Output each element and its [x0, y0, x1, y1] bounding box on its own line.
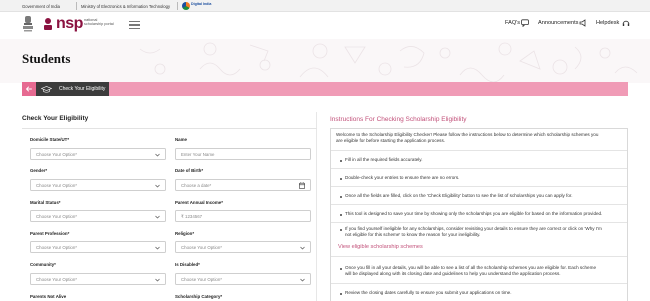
divider [331, 168, 627, 169]
digital-india-label: Digital India [191, 2, 212, 6]
is-disabled-placeholder: Choose Your Option* [181, 277, 223, 283]
instructions-title: Instructions For Checking Scholarship El… [330, 116, 467, 123]
divider [331, 283, 627, 284]
bullet-icon [340, 178, 342, 180]
hero-doodle-pattern [139, 42, 638, 83]
calendar-icon[interactable] [299, 182, 305, 189]
divider [331, 256, 627, 257]
view-text-line2: will be displayed along with its closing… [345, 271, 561, 276]
announcement-icon[interactable] [579, 19, 587, 27]
marital-status-label: Marital Status* [30, 200, 61, 205]
dob-date-picker[interactable]: Choose a date* [175, 179, 311, 191]
hero-banner: Students [0, 39, 650, 83]
bullet-icon [340, 214, 342, 216]
breadcrumb-label: Check Your Eligibility [59, 86, 106, 93]
gov-top-bar: Government of India Ministry of Electron… [0, 0, 650, 12]
religion-label: Religion* [175, 231, 195, 236]
ministry-label: Ministry of Electronics & Information Te… [81, 3, 171, 9]
is-disabled-select[interactable]: Choose Your Option* [175, 273, 311, 285]
instruction-item: Double-check your entries to ensure ther… [345, 175, 460, 180]
helpdesk-link[interactable]: Helpdesk [596, 20, 619, 26]
instruction-item: Fill in all the required fields accurate… [345, 157, 423, 162]
name-label: Name [175, 137, 187, 142]
parent-profession-placeholder: Choose Your Option* [36, 245, 78, 251]
divider [331, 186, 627, 187]
dob-label: Date of Birth* [175, 168, 204, 173]
government-label: Government of India [22, 3, 60, 9]
domicile-state-select[interactable]: Choose Your Option* [30, 148, 166, 160]
chevron-down-icon [155, 278, 160, 281]
faqs-link[interactable]: FAQ's [505, 20, 520, 26]
gender-label: Gender* [30, 168, 48, 173]
nsp-logo-icon[interactable] [42, 17, 54, 31]
marital-status-select[interactable]: Choose Your Option* [30, 210, 166, 222]
gender-placeholder: Choose Your Option* [36, 183, 78, 189]
parent-income-label: Parent Annual Income* [175, 200, 223, 205]
chevron-down-icon [155, 215, 160, 218]
divider [177, 2, 178, 10]
digital-india-icon [182, 2, 190, 10]
intro-text-line2: are eligible for before starting the app… [336, 138, 446, 143]
nsp-logo-text[interactable]: nsp [56, 15, 83, 33]
chevron-down-icon [300, 246, 305, 249]
scholarship-category-label: Scholarship Category* [175, 294, 223, 299]
faq-icon[interactable] [521, 19, 529, 27]
graduation-cap-icon [41, 85, 52, 93]
is-disabled-label: Is Disabled* [175, 262, 200, 267]
view-eligible-schemes-heading: View eligible scholarship schemes [338, 244, 423, 250]
parent-income-placeholder: ₹ 1234567 [181, 214, 203, 220]
form-title: Check Your Eligibility [22, 115, 89, 122]
divider [22, 128, 317, 129]
bullet-icon [340, 268, 342, 270]
religion-placeholder: Choose Your Option* [181, 245, 223, 251]
hamburger-icon[interactable] [129, 21, 140, 29]
chevron-down-icon [300, 278, 305, 281]
nsp-logo-subtitle: national scholarship portal [84, 18, 114, 26]
community-label: Community* [30, 262, 56, 267]
parent-profession-label: Parent Profession* [30, 231, 70, 236]
name-placeholder: Enter Your Name [181, 152, 215, 158]
divider [331, 204, 627, 205]
chevron-down-icon [155, 246, 160, 249]
bullet-icon [340, 229, 342, 231]
digital-india-logo[interactable]: Digital India [182, 1, 212, 11]
helpdesk-icon[interactable] [622, 19, 630, 27]
breadcrumb: Check Your Eligibility [36, 82, 109, 96]
religion-select[interactable]: Choose Your Option* [175, 241, 311, 253]
emblem-icon [23, 16, 33, 32]
chevron-down-icon [155, 153, 160, 156]
bullet-icon [340, 196, 342, 198]
instruction-item: This tool is designed to save your time … [345, 211, 603, 216]
gender-select[interactable]: Choose Your Option* [30, 179, 166, 191]
parent-profession-select[interactable]: Choose Your Option* [30, 241, 166, 253]
page-title: Students [22, 51, 71, 66]
ineligible-text-line2: not eligible for this scheme' to know th… [345, 232, 481, 237]
divider [76, 2, 77, 10]
breadcrumb-bar [22, 82, 628, 96]
chevron-down-icon [155, 184, 160, 187]
name-input[interactable]: Enter Your Name [175, 148, 311, 160]
dob-placeholder: Choose a date* [181, 183, 212, 189]
parents-not-alive-label: Parents Not Alive [30, 294, 67, 299]
site-header [0, 13, 650, 39]
community-placeholder: Choose Your Option* [36, 277, 78, 283]
back-arrow-icon[interactable] [22, 82, 36, 96]
domicile-state-label: Domicile State/UT* [30, 137, 70, 142]
bullet-icon [340, 160, 342, 162]
back-button[interactable] [22, 82, 36, 96]
community-select[interactable]: Choose Your Option* [30, 273, 166, 285]
marital-status-placeholder: Choose Your Option* [36, 214, 78, 220]
parent-income-input[interactable]: ₹ 1234567 [175, 210, 311, 222]
review-text: Review the closing dates carefully to en… [345, 290, 512, 295]
divider [331, 222, 627, 223]
announcements-link[interactable]: Announcements [538, 20, 578, 26]
divider [331, 150, 627, 151]
domicile-state-placeholder: Choose Your Option* [36, 152, 78, 158]
instruction-item: Once all the fields are filled, click on… [345, 193, 573, 198]
bullet-icon [340, 293, 342, 295]
